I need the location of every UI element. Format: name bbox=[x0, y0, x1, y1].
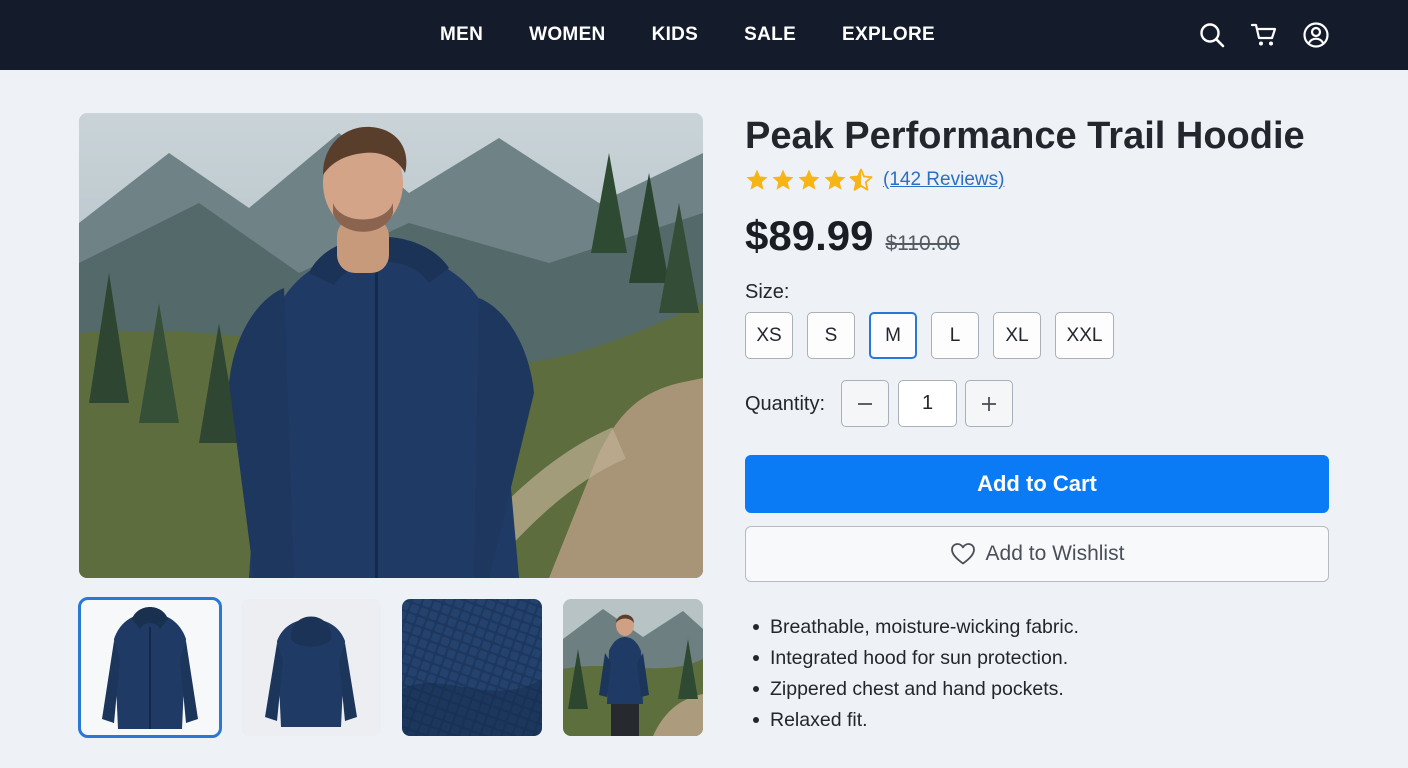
star-icon bbox=[746, 169, 768, 190]
size-option-xs[interactable]: XS bbox=[745, 312, 793, 359]
feature-item: Integrated hood for sun protection. bbox=[753, 645, 1079, 676]
star-icon bbox=[772, 169, 794, 190]
search-icon[interactable] bbox=[1198, 21, 1226, 49]
quantity-increment-button[interactable] bbox=[965, 380, 1013, 427]
size-option-m[interactable]: M bbox=[869, 312, 917, 359]
thumbnail-lifestyle-hiking[interactable] bbox=[563, 599, 703, 736]
product-title: Peak Performance Trail Hoodie bbox=[745, 115, 1305, 157]
nav-link-sale[interactable]: SALE bbox=[744, 24, 796, 46]
nav-icons bbox=[1198, 0, 1330, 70]
rating-row: (142 Reviews) bbox=[745, 168, 1004, 192]
feature-list: Breathable, moisture-wicking fabric. Int… bbox=[753, 614, 1079, 738]
quantity-label: Quantity: bbox=[745, 393, 826, 415]
quantity-decrement-button[interactable] bbox=[841, 380, 889, 427]
thumbnail-front-view[interactable] bbox=[78, 597, 222, 738]
wishlist-label: Add to Wishlist bbox=[985, 542, 1125, 565]
size-selector: XS S M L XL XXL bbox=[745, 312, 1114, 359]
feature-item: Relaxed fit. bbox=[753, 707, 1079, 738]
size-label: Size: bbox=[745, 281, 790, 303]
cart-icon[interactable] bbox=[1250, 21, 1278, 49]
user-account-icon[interactable] bbox=[1302, 21, 1330, 49]
main-product-image bbox=[79, 113, 703, 578]
size-option-s[interactable]: S bbox=[807, 312, 855, 359]
star-icon bbox=[798, 169, 820, 190]
nav-link-men[interactable]: MEN bbox=[440, 24, 483, 46]
size-option-xl[interactable]: XL bbox=[993, 312, 1041, 359]
plus-icon bbox=[982, 396, 996, 411]
size-option-l[interactable]: L bbox=[931, 312, 979, 359]
quantity-input[interactable] bbox=[898, 380, 957, 427]
top-navigation: MEN WOMEN KIDS SALE EXPLORE bbox=[0, 0, 1408, 70]
reviews-link[interactable]: (142 Reviews) bbox=[883, 169, 1004, 191]
nav-link-explore[interactable]: EXPLORE bbox=[842, 24, 935, 46]
half-star-icon bbox=[849, 168, 873, 191]
original-price: $110.00 bbox=[885, 232, 960, 255]
heart-icon bbox=[950, 543, 975, 565]
star-rating bbox=[745, 168, 873, 192]
price-row: $89.99 $110.00 bbox=[745, 212, 960, 260]
minus-icon bbox=[858, 402, 872, 405]
star-icon bbox=[824, 169, 846, 190]
thumbnail-back-view[interactable] bbox=[241, 599, 381, 736]
sale-price: $89.99 bbox=[745, 212, 874, 259]
thumbnail-fabric-detail[interactable] bbox=[402, 599, 542, 736]
nav-link-kids[interactable]: KIDS bbox=[652, 24, 699, 46]
nav-link-women[interactable]: WOMEN bbox=[529, 24, 605, 46]
size-option-xxl[interactable]: XXL bbox=[1055, 312, 1114, 359]
add-to-cart-button[interactable]: Add to Cart bbox=[745, 455, 1329, 513]
feature-item: Breathable, moisture-wicking fabric. bbox=[753, 614, 1079, 645]
add-to-wishlist-button[interactable]: Add to Wishlist bbox=[745, 526, 1329, 582]
nav-links: MEN WOMEN KIDS SALE EXPLORE bbox=[440, 0, 935, 70]
feature-item: Zippered chest and hand pockets. bbox=[753, 676, 1079, 707]
